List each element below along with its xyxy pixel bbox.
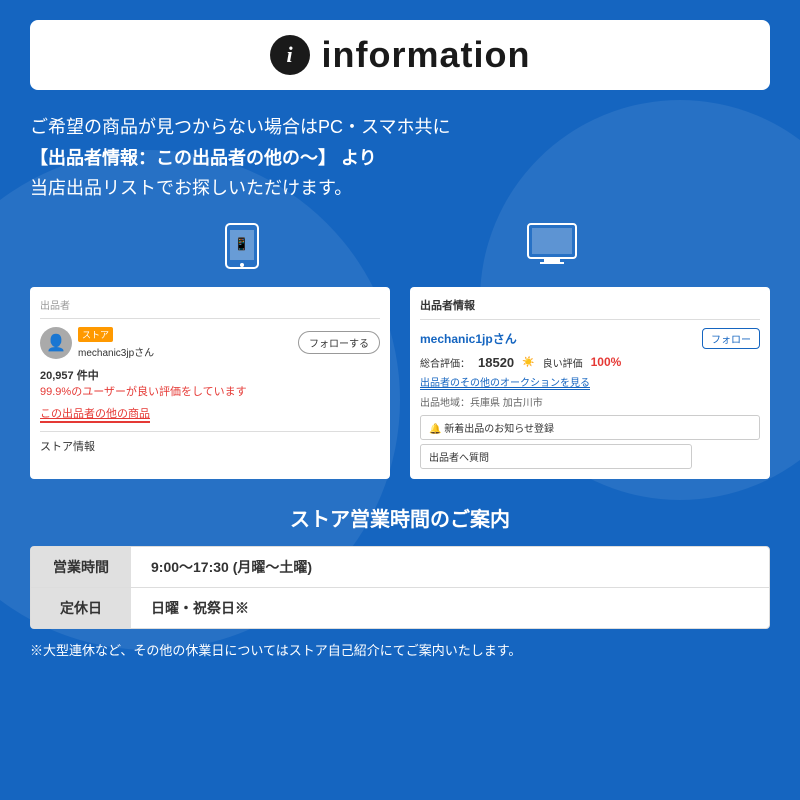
hours-table: 営業時間 9:00〜17:30 (月曜〜土曜) 定休日 日曜・祝祭日※ — [30, 546, 770, 629]
good-label: 良い評価 — [543, 355, 583, 370]
screenshots-row: 出品者 👤 ストア mechanic3jpさん フォローする 20,957 件中… — [30, 287, 770, 479]
desktop-follow-button[interactable]: フォロー — [702, 328, 760, 349]
mobile-stats: 20,957 件中 99.9%のユーザーが良い評価をしています — [40, 367, 380, 399]
mobile-avatar: 👤 — [40, 327, 72, 359]
smartphone-icon: 📱 — [222, 222, 262, 279]
hours-row-1: 営業時間 9:00〜17:30 (月曜〜土曜) — [31, 547, 769, 588]
desktop-screenshot: 出品者情報 mechanic1jpさん フォロー 総合評価： 18520 ☀️ … — [410, 287, 770, 479]
hours-value-1: 9:00〜17:30 (月曜〜土曜) — [131, 547, 332, 587]
hours-value-2: 日曜・祝祭日※ — [131, 588, 269, 628]
good-percent: 100% — [591, 355, 622, 369]
mobile-store-badge: ストア — [78, 327, 113, 342]
desc-line1: ご希望の商品が見つからない場合はPC・スマホ共に — [30, 112, 770, 143]
mobile-other-items[interactable]: この出品者の他の商品 — [40, 405, 150, 423]
hours-label-1: 営業時間 — [31, 547, 131, 587]
info-header: i information — [30, 20, 770, 90]
desktop-auction-link[interactable]: 出品者のその他のオークションを見る — [420, 374, 590, 390]
mobile-seller-info: ストア mechanic3jpさん — [78, 327, 154, 359]
computer-icon — [526, 222, 578, 279]
desktop-seller-name: mechanic1jpさん — [420, 330, 517, 347]
mobile-follow-button[interactable]: フォローする — [298, 331, 380, 354]
description: ご希望の商品が見つからない場合はPC・スマホ共に 【出品者情報：この出品者の他の… — [30, 112, 770, 204]
desktop-seller-row: mechanic1jpさん フォロー — [420, 328, 760, 349]
mobile-seller-row: 👤 ストア mechanic3jpさん フォローする — [40, 327, 380, 359]
hours-row-2: 定休日 日曜・祝祭日※ — [31, 588, 769, 628]
desktop-location: 出品地域：兵庫県 加古川市 — [420, 394, 760, 409]
info-title: information — [322, 34, 531, 76]
desktop-question-button[interactable]: 出品者へ質問 — [420, 444, 692, 469]
rating-num: 18520 — [478, 355, 514, 370]
desktop-rating-row: 総合評価： 18520 ☀️ 良い評価 100% — [420, 355, 760, 370]
desktop-header: 出品者情報 — [420, 297, 760, 320]
mobile-avatar-area: 👤 ストア mechanic3jpさん — [40, 327, 154, 359]
hours-label-2: 定休日 — [31, 588, 131, 628]
desc-line2: 【出品者情報：この出品者の他の〜】 より — [30, 143, 770, 174]
mobile-seller-name: mechanic3jpさん — [78, 344, 154, 359]
info-icon: i — [270, 35, 310, 75]
desc-line3: 当店出品リストでお探しいただけます。 — [30, 173, 770, 204]
mobile-store-info: ストア情報 — [40, 431, 380, 454]
mobile-good-rating: 99.9%のユーザーが良い評価をしています — [40, 383, 380, 399]
store-hours-title: ストア営業時間のご案内 — [30, 503, 770, 532]
footnote: ※大型連休など、その他の休業日についてはストア自己紹介にてご案内いたします。 — [30, 641, 770, 661]
mobile-seller-label: 出品者 — [40, 297, 380, 319]
svg-text:📱: 📱 — [234, 237, 249, 251]
rating-label: 総合評価： — [420, 355, 470, 370]
mobile-screenshot: 出品者 👤 ストア mechanic3jpさん フォローする 20,957 件中… — [30, 287, 390, 479]
device-icons: 📱 — [30, 222, 770, 279]
mobile-count: 20,957 件中 — [40, 367, 380, 383]
desktop-notify-button[interactable]: 🔔 新着出品のお知らせ登録 — [420, 415, 760, 440]
